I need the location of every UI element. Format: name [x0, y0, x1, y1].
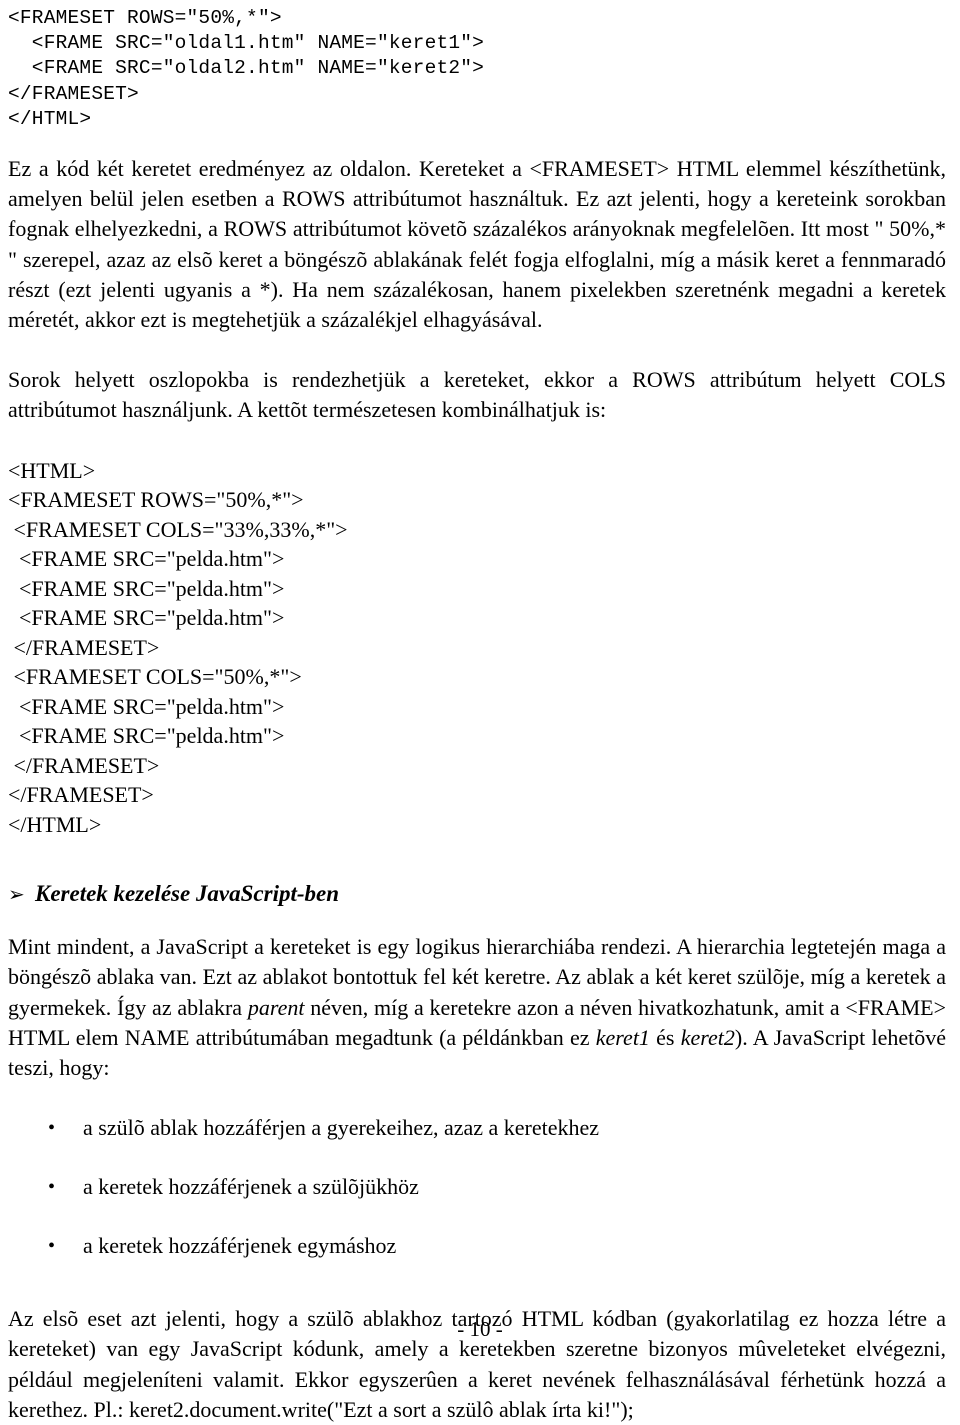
section-heading: ➢ Keretek kezelése JavaScript-ben	[8, 879, 946, 910]
list-item: • a szülõ ablak hozzáférjen a gyerekeihe…	[8, 1113, 946, 1143]
capability-list: • a szülõ ablak hozzáférjen a gyerekeihe…	[8, 1113, 946, 1261]
list-item: • a keretek hozzáférjenek a szülõjükhöz	[8, 1172, 946, 1202]
bullet-icon: •	[48, 1176, 56, 1199]
code-block-frameset-rows: <FRAMESET ROWS="50%,*"> <FRAME SRC="olda…	[8, 7, 485, 130]
emphasis-keret1: keret1	[595, 1024, 650, 1050]
page-footer: - 10 -	[0, 1316, 960, 1342]
paragraph-frames-explanation: Ez a kód két keretet eredményez az oldal…	[8, 156, 946, 333]
list-item-label: a szülõ ablak hozzáférjen a gyerekeihez,…	[83, 1115, 600, 1141]
list-item-label: a keretek hozzáférjenek a szülõjükhöz	[83, 1174, 419, 1200]
emphasis-keret2: keret2	[680, 1024, 735, 1050]
paragraph-cols-explanation: Sorok helyett oszlopokba is rendezhetjük…	[8, 367, 946, 423]
arrow-bullet-icon: ➢	[8, 884, 25, 907]
section-heading-label: Keretek kezelése JavaScript-ben	[35, 881, 340, 907]
bullet-icon: •	[48, 1235, 56, 1258]
bullet-icon: •	[48, 1117, 56, 1140]
paragraph-hierarchy-part-3: és	[649, 1024, 681, 1050]
list-item-label: a keretek hozzáférjenek egymáshoz	[83, 1233, 397, 1259]
document-page: <FRAMESET ROWS="50%,*"> <FRAME SRC="olda…	[0, 0, 960, 1422]
list-item: • a keretek hozzáférjenek egymáshoz	[8, 1231, 946, 1261]
code-block-nested-frameset: <HTML> <FRAMESET ROWS="50%,*"> <FRAMESET…	[8, 457, 348, 837]
paragraph-hierarchy: Mint mindent, a JavaScript a kereteket i…	[8, 932, 946, 1083]
page-number: - 10 -	[457, 1317, 503, 1341]
emphasis-parent: parent	[247, 994, 305, 1020]
